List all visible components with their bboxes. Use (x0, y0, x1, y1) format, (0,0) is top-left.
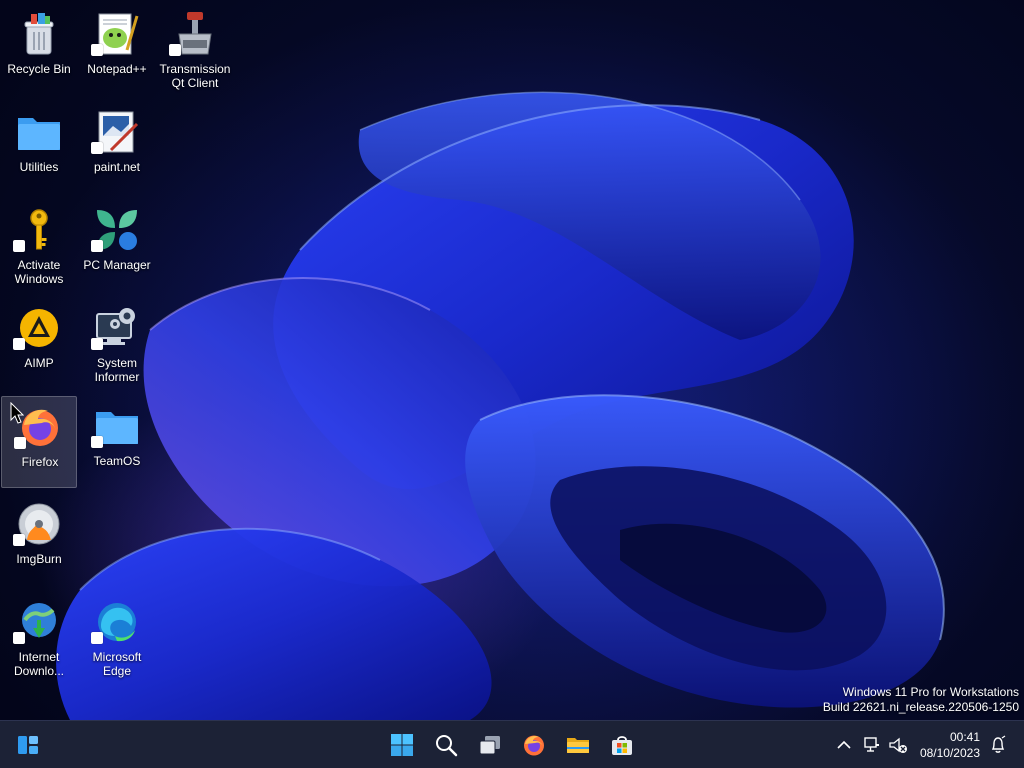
firefox-icon (524, 735, 544, 756)
task-view-icon (479, 736, 500, 755)
shortcut-arrow-icon (14, 437, 26, 449)
desktop-icon-label: Notepad++ (87, 62, 147, 76)
desktop-icon-utilities[interactable]: Utilities (1, 102, 77, 194)
shortcut-arrow-icon (13, 534, 25, 546)
taskbar-firefox[interactable] (516, 727, 552, 763)
show-hidden-icons-chevron-up-icon[interactable] (834, 735, 854, 755)
desktop-icon-system-informer[interactable]: System Informer (79, 298, 155, 390)
desktop-icon-label: TeamOS (93, 454, 141, 468)
task-view-button[interactable] (472, 727, 508, 763)
desktop-icon-label: Internet Downlo... (13, 650, 65, 678)
shortcut-arrow-icon (91, 240, 103, 252)
desktop-icon-label: AIMP (24, 356, 54, 370)
shortcut-arrow-icon (91, 632, 103, 644)
desktop-icon-pc-manager[interactable]: PC Manager (79, 200, 155, 292)
search-icon (436, 735, 458, 757)
taskbar-file-explorer[interactable] (560, 727, 596, 763)
microsoft-store-icon (612, 736, 632, 755)
desktop-icon-label: Microsoft Edge (92, 650, 142, 678)
desktop-icon-label: Firefox (21, 455, 59, 469)
desktop-icon-activate-windows[interactable]: Activate Windows (1, 200, 77, 292)
desktop-icon-label: System Informer (94, 356, 140, 384)
shortcut-arrow-icon (13, 338, 25, 350)
desktop-icon-internet-download-manager[interactable]: Internet Downlo... (1, 592, 77, 684)
desktop-icon-microsoft-edge[interactable]: Microsoft Edge (79, 592, 155, 684)
clock-time: 00:41 (949, 730, 980, 744)
desktop-icon-recycle-bin[interactable]: Recycle Bin (1, 4, 77, 96)
clock-date: 08/10/2023 (919, 746, 980, 760)
desktop-icon-label: Recycle Bin (7, 62, 71, 76)
desktop-icon-notepad-plus-plus[interactable]: Notepad++ (79, 4, 155, 96)
desktop-icon-aimp[interactable]: AIMP (1, 298, 77, 390)
start-icon (391, 734, 413, 756)
widgets-button[interactable] (10, 727, 46, 763)
notifications-bell-icon[interactable] (988, 735, 1008, 755)
desktop[interactable]: Recycle Bin Utilities Activate Windows A… (0, 0, 1024, 720)
start-button[interactable] (384, 727, 420, 763)
shortcut-arrow-icon (91, 44, 103, 56)
watermark-build: Build 22621.ni_release.220506-1250 (822, 700, 1019, 714)
shortcut-arrow-icon (91, 142, 103, 154)
desktop-icon-label: Utilities (19, 160, 59, 174)
clock[interactable]: 00:41 08/10/2023 (910, 729, 980, 761)
mouse-cursor-icon (10, 402, 24, 424)
shortcut-arrow-icon (169, 44, 181, 56)
bloom-shape (56, 91, 945, 720)
volume-muted-icon[interactable] (888, 735, 908, 755)
folder-icon (18, 118, 60, 150)
network-icon[interactable] (862, 735, 882, 755)
shortcut-arrow-icon (91, 338, 103, 350)
widgets-icon (18, 736, 38, 754)
desktop-icon-label: Activate Windows (14, 258, 64, 286)
taskbar: 00:41 08/10/2023 (0, 720, 1024, 768)
taskbar-microsoft-store[interactable] (604, 727, 640, 763)
file-explorer-icon (567, 738, 589, 753)
desktop-icon-imgburn[interactable]: ImgBurn (1, 494, 77, 586)
desktop-icon-label: paint.net (93, 160, 141, 174)
recycle-bin-icon (24, 13, 54, 55)
search-button[interactable] (428, 727, 464, 763)
shortcut-arrow-icon (91, 436, 103, 448)
desktop-icon-label: Transmission Qt Client (159, 62, 231, 90)
desktop-icon-label: ImgBurn (16, 552, 62, 566)
shortcut-arrow-icon (13, 240, 25, 252)
watermark-edition: Windows 11 Pro for Workstations (842, 685, 1019, 699)
desktop-icon-transmission[interactable]: Transmission Qt Client (157, 4, 233, 96)
desktop-icon-teamos[interactable]: TeamOS (79, 396, 155, 488)
desktop-icon-label: PC Manager (83, 258, 151, 272)
windows-watermark: Windows 11 Pro for Workstations Build 22… (823, 685, 1019, 715)
desktop-icon-paint-net[interactable]: paint.net (79, 102, 155, 194)
shortcut-arrow-icon (13, 632, 25, 644)
